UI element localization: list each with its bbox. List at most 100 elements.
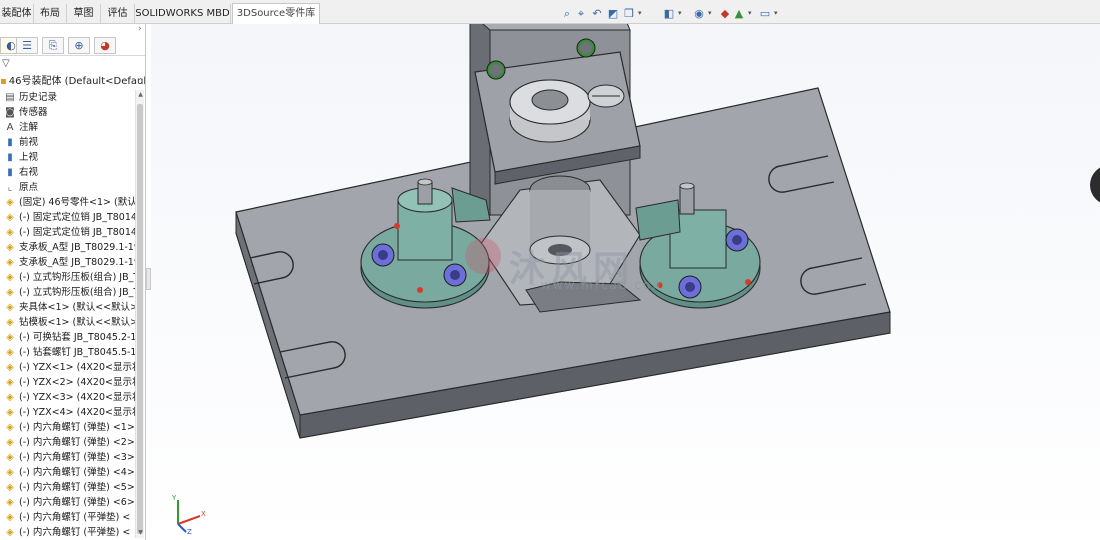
appearance-icon[interactable]: ◆ (718, 7, 732, 21)
part-icon: ◈ (6, 527, 14, 538)
section-view-icon[interactable]: ◩ (606, 7, 620, 21)
tree-item[interactable]: ◈ 支承板_A型 JB_T8029.1-19 (4, 255, 140, 270)
tree-item[interactable]: ◈ (-) 固定式定位销 JB_T8014 (4, 210, 137, 225)
zoom-area-icon[interactable]: ⌖ (574, 7, 588, 21)
plane-icon: ▮ (7, 137, 13, 148)
tree-item[interactable]: ◈ (-) 内六角螺钉 (弹垫) <6> (4, 495, 135, 510)
tree-item-label: (-) YZX<3> (4X20<显示状 (19, 392, 142, 403)
property-manager-icon[interactable]: ☰ (16, 37, 38, 54)
part-icon: ◈ (6, 497, 14, 508)
tree-item-label: (-) YZX<2> (4X20<显示状 (19, 377, 142, 388)
tree-item[interactable]: ▮ 上视 (4, 150, 38, 165)
graphics-viewport[interactable]: 沐风网 www.mfcad.com (151, 24, 1100, 540)
tree-item-label: 支承板_A型 JB_T8029.1-19 (19, 257, 140, 268)
tree-item[interactable]: ▮ 前视 (4, 135, 38, 150)
tree-item[interactable]: ◈ (-) 钻套螺钉 JB_T8045.5-19 (4, 345, 142, 360)
part-icon: ◈ (6, 347, 14, 358)
part-icon: ◈ (6, 302, 14, 313)
tree-item-label: (-) 内六角螺钉 (弹垫) <4> (19, 467, 135, 478)
root-label: 46号装配体 (Default<Default (8, 76, 146, 87)
part-icon: ◈ (6, 512, 14, 523)
tree-item[interactable]: ◈ (固定) 46号零件<1> (默认< (4, 195, 145, 210)
tree-item-label: (-) 内六角螺钉 (弹垫) <3> (19, 452, 135, 463)
tree-item[interactable]: ◈ (-) YZX<1> (4X20<显示状 (4, 360, 141, 375)
scene-icon[interactable]: ▲ (732, 7, 746, 21)
tree-item[interactable]: ◙ 传感器 (4, 105, 48, 120)
tab-evaluate[interactable]: 评估 (101, 4, 135, 24)
display-style-icon[interactable]: ◧ (662, 7, 676, 21)
tree-item-label: 注解 (19, 122, 39, 133)
part-icon: ◈ (6, 377, 14, 388)
tree-item[interactable]: ◈ 钻模板<1> (默认<<默认>_ (4, 315, 143, 330)
tree-item-label: 钻模板<1> (默认<<默认>_ (19, 317, 143, 328)
chevron-up-icon[interactable]: ^ (137, 75, 144, 89)
sensor-icon: ◙ (5, 107, 15, 118)
scroll-down-icon[interactable]: ▼ (136, 528, 145, 538)
part-icon: ◈ (6, 287, 14, 298)
previous-view-icon[interactable]: ↶ (590, 7, 604, 21)
part-icon: ◈ (6, 407, 14, 418)
filter-icon[interactable]: ▽ (2, 58, 10, 69)
dimxpert-icon[interactable]: ⊕ (68, 37, 90, 54)
configuration-manager-icon[interactable]: ⎘ (42, 37, 64, 54)
part-icon: ◈ (6, 212, 14, 223)
tree-item[interactable]: ◈ (-) YZX<2> (4X20<显示状 (4, 375, 141, 390)
tab-solidworks-mbd[interactable]: SOLIDWORKS MBD (135, 4, 231, 24)
view-orientation-icon[interactable]: ❒ (622, 7, 636, 21)
tree-item[interactable]: ◈ 夹具体<1> (默认<<默认>_ (4, 300, 143, 315)
assembly-root-node[interactable]: ▪ 46号装配体 (Default<Default ^ (0, 75, 146, 89)
tree-item[interactable]: ◈ (-) 固定式定位销 JB_T8014 (4, 225, 137, 240)
part-icon: ◈ (6, 332, 14, 343)
tree-item-label: 夹具体<1> (默认<<默认>_ (19, 302, 143, 313)
tree-item[interactable]: ◈ (-) 内六角螺钉 (弹垫) <5> (4, 480, 135, 495)
assembly-icon: ▪ (0, 76, 7, 87)
part-icon: ◈ (6, 272, 14, 283)
panel-scrollbar[interactable]: ▲ ▼ (135, 90, 144, 538)
tree-item[interactable]: ◈ (-) 内六角螺钉 (弹垫) <1> (4, 420, 135, 435)
part-icon: ◈ (6, 482, 14, 493)
tab-3dsource-library[interactable]: 3DSource零件库 (232, 3, 320, 24)
tree-item-label: 上视 (19, 152, 39, 163)
tab-layout[interactable]: 布局 (34, 4, 67, 24)
tree-item[interactable]: ◈ (-) 可换钻套 JB_T8045.2-19 (4, 330, 143, 345)
tree-item[interactable]: ◈ (-) YZX<3> (4X20<显示状 (4, 390, 141, 405)
tree-item-label: 右视 (19, 167, 39, 178)
tree-item[interactable]: ⌞ 原点 (4, 180, 38, 195)
tree-item-label: (-) 内六角螺钉 (平弹垫) < (19, 527, 131, 538)
triad-z-label: Z (187, 528, 192, 534)
tree-item[interactable]: A 注解 (4, 120, 38, 135)
scroll-up-icon[interactable]: ▲ (136, 90, 145, 100)
tree-item[interactable]: ◈ (-) 立式钩形压板(组合) JB_T (4, 285, 139, 300)
tree-item-label: (-) 可换钻套 JB_T8045.2-19 (19, 332, 143, 343)
triad-x-label: X (201, 510, 206, 518)
display-manager-icon[interactable]: ◕ (94, 37, 116, 54)
tab-sketch[interactable]: 草图 (67, 4, 101, 24)
part-icon: ◈ (6, 452, 14, 463)
tab-assembly[interactable]: 装配体 (0, 4, 34, 24)
zoom-to-fit-icon[interactable]: ⌕ (560, 7, 574, 21)
tree-item[interactable]: ◈ (-) 内六角螺钉 (弹垫) <2> (4, 435, 135, 450)
tree-item[interactable]: ▮ 右视 (4, 165, 38, 180)
tree-item[interactable]: ▤ 历史记录 (4, 90, 57, 105)
tree-item[interactable]: ◈ (-) 立式钩形压板(组合) JB_T (4, 270, 139, 285)
feature-manager-panel: › ◐ ☰ ⎘ ⊕ ◕ ▽ ▪ 46号装配体 (Default<Default ^ … (0, 24, 146, 540)
tree-item[interactable]: ◈ (-) 内六角螺钉 (平弹垫) < (4, 525, 130, 540)
tree-item-label: 历史记录 (19, 92, 58, 103)
panel-expand-icon[interactable]: › (138, 24, 145, 34)
tree-item-label: (-) 立式钩形压板(组合) JB_T (19, 272, 140, 283)
hide-show-icon[interactable]: ◉ (692, 7, 706, 21)
tree-item-label: 前视 (19, 137, 39, 148)
tree-item[interactable]: ◈ (-) YZX<4> (4X20<显示状 (4, 405, 141, 420)
tree-item-label: (-) YZX<4> (4X20<显示状 (19, 407, 142, 418)
scroll-thumb[interactable] (137, 104, 143, 534)
tree-item[interactable]: ◈ 支承板_A型 JB_T8029.1-19 (4, 240, 140, 255)
part-icon: ◈ (6, 197, 14, 208)
tree-item-label: 原点 (19, 182, 39, 193)
view-settings-icon[interactable]: ▭ (758, 7, 772, 21)
tree-item[interactable]: ◈ (-) 内六角螺钉 (弹垫) <4> (4, 465, 135, 480)
part-icon: ◈ (6, 392, 14, 403)
panel-tabs: ◐ ☰ ⎘ ⊕ ◕ (0, 36, 145, 56)
tree-item[interactable]: ◈ (-) 内六角螺钉 (弹垫) <3> (4, 450, 135, 465)
tree-item[interactable]: ◈ (-) 内六角螺钉 (平弹垫) < (4, 510, 130, 525)
tree-item-label: 传感器 (19, 107, 48, 118)
